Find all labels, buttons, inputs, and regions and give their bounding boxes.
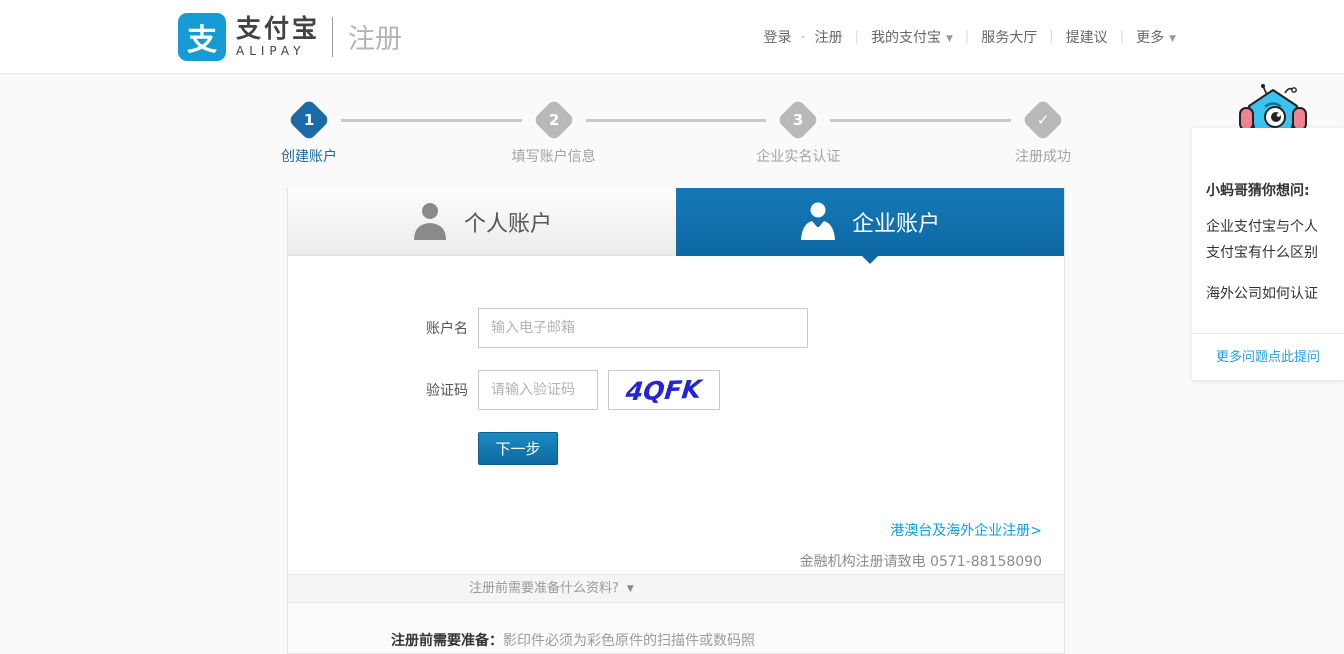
brand-name-cn: 支付宝: [236, 14, 321, 44]
prep-note-title: 注册前需要准备：: [391, 633, 503, 649]
step-4-label: 注册成功: [1015, 149, 1072, 165]
step-1-marker: 1: [287, 98, 331, 142]
sidebar-question-overseas[interactable]: 海外公司如何认证: [1206, 282, 1330, 308]
logo-divider: [332, 16, 334, 57]
brand-name-en: ALIPAY: [236, 43, 306, 58]
sidebar-title: 小蚂哥猜你想问:: [1206, 183, 1310, 199]
brand-text: 支付宝 ALIPAY: [236, 15, 320, 58]
step-success: ✓ 注册成功: [1015, 98, 1071, 165]
business-person-icon: [800, 202, 835, 240]
step-1-label: 创建账户: [281, 149, 337, 165]
chevron-down-icon: ▼: [1169, 33, 1176, 44]
nav-login[interactable]: 登录: [764, 27, 792, 47]
top-header: 支 支付宝 ALIPAY 注册 登录 - 注册 | 我的支付宝 ▼ | 服务大厅 …: [0, 0, 1344, 74]
tab-enterprise-label: 企业账户: [851, 212, 940, 237]
step-create-account: 1 创建账户: [281, 98, 337, 165]
nav-my-alipay-label: 我的支付宝: [870, 29, 941, 46]
step-fill-info: 2 填写账户信息: [512, 98, 596, 165]
step-4-check-icon: ✓: [1021, 98, 1065, 142]
register-form: 账户名 验证码 4QFK 下一步 港澳台及海外企业注册> 金融机构注册请致电 0…: [288, 256, 1064, 571]
chevron-down-icon: ▼: [626, 584, 634, 594]
extra-links: 港澳台及海外企业注册> 金融机构注册请致电 0571-88158090: [288, 465, 1064, 571]
account-type-tabs: 个人账户 企业账户: [288, 188, 1064, 264]
nav-register[interactable]: 注册: [815, 27, 843, 47]
nav-separator: |: [1119, 29, 1125, 44]
captcha-code: 4QFK: [624, 374, 704, 406]
nav-more[interactable]: 更多 ▼: [1136, 27, 1176, 47]
finance-phone-note: 金融机构注册请致电 0571-88158090: [799, 554, 1042, 570]
account-email-input[interactable]: [478, 308, 808, 348]
step-2-marker: 2: [532, 98, 575, 142]
account-name-label: 账户名: [426, 321, 468, 337]
nav-separator: |: [964, 29, 970, 44]
tab-enterprise-account[interactable]: 企业账户: [676, 188, 1064, 264]
step-connector: [341, 118, 522, 122]
nav-service-hall[interactable]: 服务大厅: [981, 27, 1037, 47]
overseas-register-link[interactable]: 港澳台及海外企业注册>: [890, 520, 1042, 540]
captcha-image[interactable]: 4QFK: [608, 370, 720, 410]
step-2-label: 填写账户信息: [511, 149, 596, 165]
prep-note-text: 影印件必须为彩色原件的扫描件或数码照: [503, 633, 755, 649]
account-row: 账户名: [288, 308, 1064, 348]
captcha-input[interactable]: [478, 370, 598, 410]
tab-personal-label: 个人账户: [463, 211, 552, 237]
captcha-label: 验证码: [426, 383, 468, 399]
nav-my-alipay[interactable]: 我的支付宝 ▼: [871, 27, 953, 47]
person-icon: [413, 202, 446, 240]
top-nav: 登录 - 注册 | 我的支付宝 ▼ | 服务大厅 | 提建议 | 更多 ▼: [764, 27, 1176, 47]
sidebar-more-questions-link[interactable]: 更多问题点此提问: [1192, 333, 1344, 380]
sidebar-question-difference[interactable]: 企业支付宝与个人支付宝有什么区别: [1206, 215, 1330, 267]
prep-toggle-label: 注册前需要准备什么资料?: [469, 581, 619, 596]
nav-separator: |: [854, 29, 859, 44]
step-3-label: 企业实名认证: [756, 149, 841, 165]
tab-personal-account[interactable]: 个人账户: [288, 188, 676, 256]
alipay-logo[interactable]: 支 支付宝 ALIPAY 注册: [178, 12, 403, 61]
step-connector: [585, 118, 767, 122]
nav-dash: -: [800, 28, 806, 45]
nav-separator: |: [1049, 29, 1054, 44]
chevron-down-icon: ▼: [945, 33, 953, 44]
prep-materials-toggle[interactable]: 注册前需要准备什么资料? ▼: [288, 574, 1064, 603]
help-sidebar: 小蚂哥猜你想问: 企业支付宝与个人支付宝有什么区别 海外公司如何认证 更多问题点…: [1192, 128, 1344, 380]
nav-more-label: 更多: [1136, 29, 1165, 46]
captcha-row: 验证码 4QFK: [288, 370, 1064, 410]
step-connector: [830, 118, 1012, 122]
nav-suggestion[interactable]: 提建议: [1066, 27, 1108, 47]
next-step-button[interactable]: 下一步: [478, 432, 558, 465]
prep-materials-section: 注册前需要准备：影印件必须为彩色原件的扫描件或数码照: [288, 603, 1064, 653]
register-panel: 个人账户 企业账户 账户名 验证码 4QFK 下一步 港澳台及海外企业注册> 金…: [287, 188, 1065, 654]
progress-steps: 1 创建账户 2 填写账户信息 3 企业实名认证 ✓ 注册成功: [281, 98, 1071, 165]
step-3-marker: 3: [777, 98, 820, 142]
step-verify: 3 企业实名认证: [756, 98, 840, 165]
alipay-logo-icon: 支: [178, 12, 226, 61]
page-title: 注册: [348, 24, 403, 55]
